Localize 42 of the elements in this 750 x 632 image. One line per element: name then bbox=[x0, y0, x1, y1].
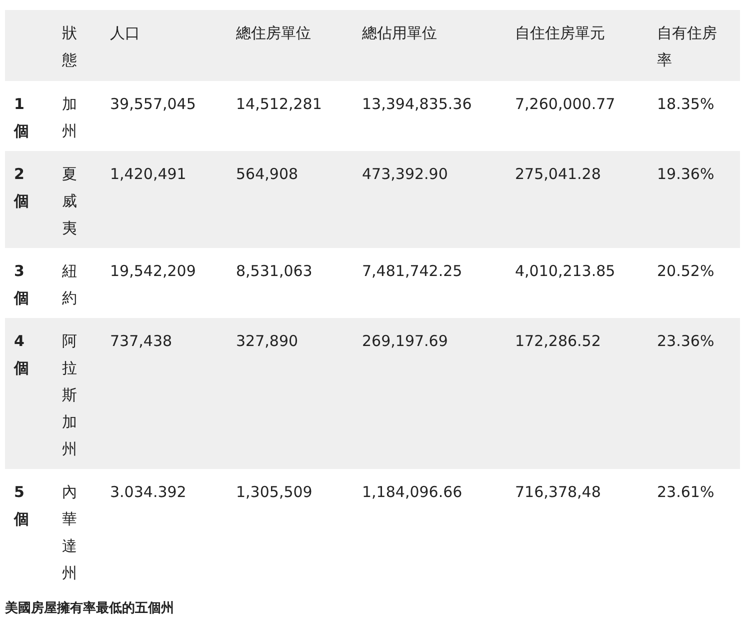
table-cell: 7,260,000.77 bbox=[515, 95, 616, 113]
rank-label: 2個 bbox=[14, 164, 30, 212]
column-header: 自住住房單元 bbox=[515, 24, 605, 42]
table-cell: 473,392.90 bbox=[362, 165, 448, 183]
state-name: 夏威夷 bbox=[62, 164, 77, 239]
table-cell: 1,420,491 bbox=[110, 165, 186, 183]
table-cell: 3.034.392 bbox=[110, 483, 186, 501]
state-name: 紐約 bbox=[62, 261, 77, 309]
table-cell: 7,481,742.25 bbox=[362, 262, 462, 280]
table-cell: 19.36% bbox=[657, 165, 714, 183]
column-header: 人口 bbox=[110, 24, 140, 42]
table-cell: 20.52% bbox=[657, 262, 714, 280]
column-header: 自有住房率 bbox=[657, 24, 717, 69]
table-cell: 327,890 bbox=[236, 332, 298, 350]
table-cell: 13,394,835.36 bbox=[362, 95, 472, 113]
column-header: 總住房單位 bbox=[236, 24, 311, 42]
table-cell: 716,378,48 bbox=[515, 483, 601, 501]
rank-label: 4個 bbox=[14, 331, 30, 379]
rank-label: 1個 bbox=[14, 94, 30, 142]
table-cell: 737,438 bbox=[110, 332, 172, 350]
state-name: 內華達州 bbox=[62, 482, 77, 584]
table-cell: 18.35% bbox=[657, 95, 714, 113]
state-name: 阿拉斯加州 bbox=[62, 331, 77, 460]
table-cell: 39,557,045 bbox=[110, 95, 196, 113]
column-header: 總佔用單位 bbox=[362, 24, 437, 42]
table-cell: 8,531,063 bbox=[236, 262, 312, 280]
table-cell: 23.61% bbox=[657, 483, 714, 501]
table-cell: 275,041.28 bbox=[515, 165, 601, 183]
table-cell: 172,286.52 bbox=[515, 332, 601, 350]
table-cell: 4,010,213.85 bbox=[515, 262, 616, 280]
table-caption: 美國房屋擁有率最低的五個州 bbox=[5, 601, 175, 617]
state-name: 加州 bbox=[62, 94, 77, 142]
table-cell: 269,197.69 bbox=[362, 332, 448, 350]
table-cell: 1,184,096.66 bbox=[362, 483, 462, 501]
rank-label: 5個 bbox=[14, 482, 30, 530]
table-cell: 19,542,209 bbox=[110, 262, 196, 280]
column-header: 狀態 bbox=[62, 23, 77, 71]
table-cell: 23.36% bbox=[657, 332, 714, 350]
table-cell: 564,908 bbox=[236, 165, 298, 183]
table-cell: 14,512,281 bbox=[236, 95, 322, 113]
rank-label: 3個 bbox=[14, 261, 30, 309]
table-cell: 1,305,509 bbox=[236, 483, 312, 501]
